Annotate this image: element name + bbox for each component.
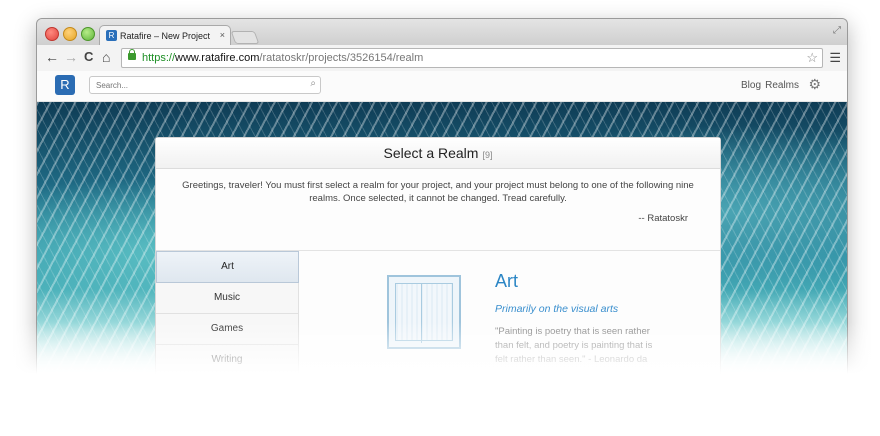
zoom-window-button[interactable] <box>81 27 95 41</box>
site-logo[interactable]: R <box>55 75 75 95</box>
url-protocol: https:// <box>142 52 176 64</box>
url-text: https://www.ratafire.com/ratatoskr/proje… <box>142 49 423 67</box>
url-host: www.ratafire.com <box>175 52 260 64</box>
browser-toolbar: ← → C ⌂ https://www.ratafire.com/ratatos… <box>37 45 847 72</box>
realm-panel: Select a Realm [9] Greetings, traveler! Y… <box>155 137 721 379</box>
site-header: R ⌕ Blog Realms ⚙ <box>37 71 847 102</box>
browser-menu-icon[interactable]: ☰ <box>829 50 841 66</box>
search-box[interactable]: ⌕ <box>89 76 321 94</box>
bookmark-star-icon[interactable]: ☆ <box>806 49 818 67</box>
close-window-button[interactable] <box>45 27 59 41</box>
favicon-icon: R <box>106 30 117 41</box>
realm-item-music[interactable]: Music <box>156 283 299 314</box>
frame-bar <box>421 283 422 343</box>
nav-link-blog[interactable]: Blog <box>741 80 761 91</box>
search-icon[interactable]: ⌕ <box>310 78 316 89</box>
realm-detail: Art Primarily on the visual arts "Painti… <box>299 251 719 379</box>
forward-icon[interactable]: → <box>64 49 78 65</box>
realm-item-games[interactable]: Games <box>156 314 299 345</box>
panel-header: Select a Realm [9] <box>156 138 720 169</box>
minimize-window-button[interactable] <box>63 27 77 41</box>
realm-quote: "Painting is poetry that is seen rather … <box>495 326 653 365</box>
tab-close-icon[interactable]: × <box>220 30 225 40</box>
browser-tab[interactable]: R Ratafire – New Project 03 × <box>99 25 231 46</box>
intro-text: Greetings, traveler! You must first sele… <box>182 180 694 204</box>
gear-icon[interactable]: ⚙ <box>808 76 821 93</box>
browser-window: R Ratafire – New Project 03 × ⤢ ← → C ⌂ … <box>36 18 848 379</box>
realm-item-art[interactable]: Art <box>156 251 299 283</box>
address-bar[interactable]: https://www.ratafire.com/ratatoskr/proje… <box>121 48 823 68</box>
tab-strip: R Ratafire – New Project 03 × ⤢ <box>37 19 847 46</box>
fullscreen-icon[interactable]: ⤢ <box>833 25 841 36</box>
painting-frame-icon <box>387 275 461 349</box>
realm-count: [9] <box>482 150 493 160</box>
home-icon[interactable]: ⌂ <box>102 49 110 65</box>
reload-icon[interactable]: C <box>84 49 93 65</box>
panel-title: Select a Realm <box>383 145 479 161</box>
realm-name: Art <box>495 271 519 291</box>
new-tab-button[interactable] <box>230 31 260 44</box>
frame-inner <box>395 283 453 341</box>
url-path: /ratatoskr/projects/3526154/realm <box>259 52 424 64</box>
realm-subtitle: Primarily on the visual arts <box>495 303 619 315</box>
lock-icon <box>128 49 136 60</box>
realm-item-writing[interactable]: Writing <box>156 345 299 376</box>
tab-title: Ratafire – New Project 03 <box>120 31 212 41</box>
nav-link-realms[interactable]: Realms <box>765 80 799 91</box>
back-icon[interactable]: ← <box>45 49 59 65</box>
signature: -- Ratatoskr <box>638 213 688 224</box>
search-input[interactable] <box>90 77 296 92</box>
realm-list: Art Music Games Writing <box>156 251 299 376</box>
